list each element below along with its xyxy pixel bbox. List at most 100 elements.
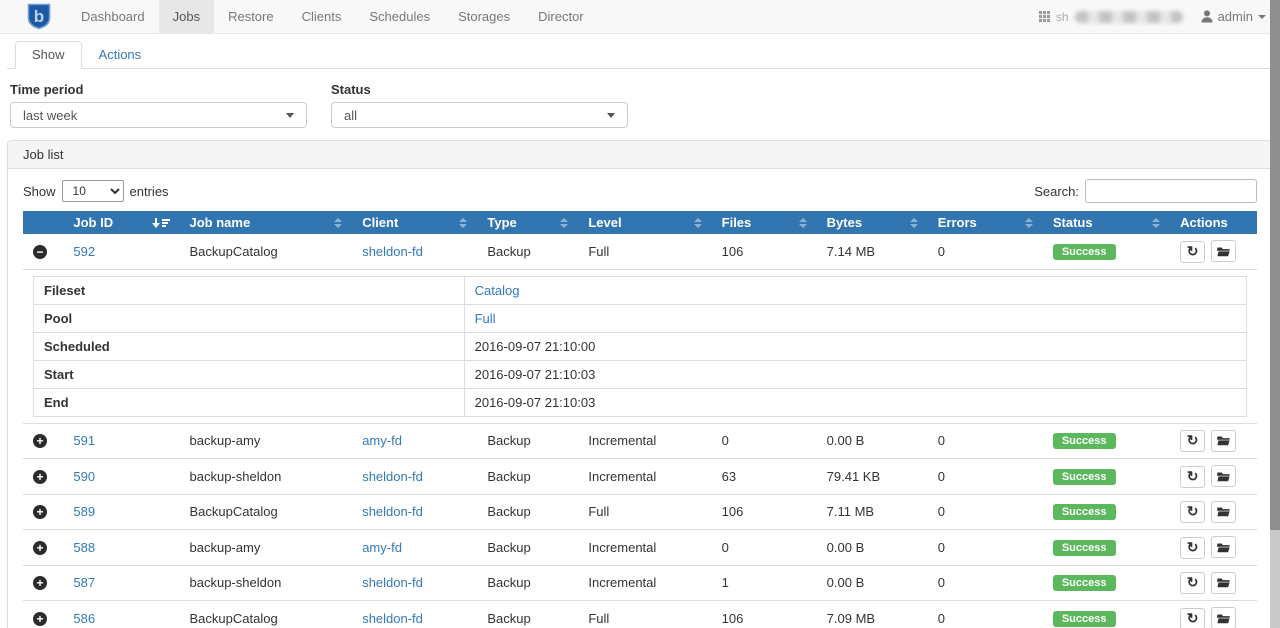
table-row[interactable]: − 592 BackupCatalog sheldon-fd Backup Fu… <box>23 234 1257 269</box>
expand-row-icon[interactable]: + <box>33 612 47 626</box>
rerun-job-button[interactable]: ↻ <box>1180 608 1205 628</box>
rerun-job-button[interactable]: ↻ <box>1180 537 1205 559</box>
col-bytes[interactable]: Bytes <box>817 211 928 234</box>
job-errors: 0 <box>938 540 945 555</box>
grid-icon <box>1039 11 1050 22</box>
job-level: Incremental <box>588 575 656 590</box>
col-level[interactable]: Level <box>578 211 711 234</box>
tab-actions[interactable]: Actions <box>82 41 159 69</box>
client-link[interactable]: amy-fd <box>362 433 402 448</box>
job-id-link[interactable]: 591 <box>73 433 95 448</box>
expand-row-icon[interactable]: + <box>33 505 47 519</box>
col-job-id[interactable]: Job ID <box>63 211 179 234</box>
expand-row-icon[interactable]: + <box>33 434 47 448</box>
status-badge: Success <box>1053 469 1116 485</box>
nav-item-director[interactable]: Director <box>524 0 598 33</box>
nav-item-schedules[interactable]: Schedules <box>355 0 444 33</box>
rerun-job-button[interactable]: ↻ <box>1180 501 1205 523</box>
job-type: Backup <box>487 611 530 626</box>
job-id-link[interactable]: 589 <box>73 504 95 519</box>
user-icon <box>1201 10 1213 23</box>
expand-row-icon[interactable]: − <box>33 245 47 259</box>
job-id-link[interactable]: 590 <box>73 469 95 484</box>
pool-label: Pool <box>34 304 465 332</box>
table-row[interactable]: + 588 backup-amy amy-fd Backup Increment… <box>23 530 1257 566</box>
job-files: 0 <box>722 540 729 555</box>
pool-link[interactable]: Full <box>475 311 496 326</box>
nav-item-dashboard[interactable]: Dashboard <box>67 0 159 33</box>
rerun-job-button[interactable]: ↻ <box>1180 241 1205 263</box>
job-id-link[interactable]: 592 <box>73 244 95 259</box>
client-link[interactable]: sheldon-fd <box>362 575 423 590</box>
status-value: all <box>344 108 357 123</box>
restore-job-button[interactable] <box>1211 501 1236 523</box>
col-client[interactable]: Client <box>352 211 477 234</box>
job-level: Full <box>588 611 609 626</box>
time-period-select[interactable]: last week <box>10 102 307 128</box>
end-value: 2016-09-07 21:10:03 <box>475 395 596 410</box>
fileset-link[interactable]: Catalog <box>475 283 520 298</box>
bareos-logo[interactable]: b <box>0 0 67 33</box>
table-header-row: Job ID Job name Client Type Level Files … <box>23 211 1257 234</box>
expand-row-icon[interactable]: + <box>33 541 47 555</box>
search-input[interactable] <box>1085 179 1257 203</box>
rerun-job-button[interactable]: ↻ <box>1180 572 1205 594</box>
job-detail-table: Fileset Catalog Pool Full Scheduled 2016… <box>33 276 1247 417</box>
expand-row-icon[interactable]: + <box>33 470 47 484</box>
time-period-value: last week <box>23 108 77 123</box>
col-errors[interactable]: Errors <box>928 211 1043 234</box>
job-id-link[interactable]: 587 <box>73 575 95 590</box>
nav-item-restore[interactable]: Restore <box>214 0 288 33</box>
restore-job-button[interactable] <box>1211 572 1236 594</box>
job-type: Backup <box>487 469 530 484</box>
table-row[interactable]: + 589 BackupCatalog sheldon-fd Backup Fu… <box>23 494 1257 530</box>
job-files: 106 <box>722 504 744 519</box>
status-badge: Success <box>1053 540 1116 556</box>
status-badge: Success <box>1053 433 1116 449</box>
user-menu[interactable]: admin <box>1201 9 1266 24</box>
restore-job-button[interactable] <box>1211 430 1236 452</box>
entries-label: entries <box>130 184 169 199</box>
sort-icon <box>1025 218 1033 228</box>
job-type: Backup <box>487 504 530 519</box>
client-link[interactable]: sheldon-fd <box>362 244 423 259</box>
col-status[interactable]: Status <box>1043 211 1170 234</box>
col-files[interactable]: Files <box>712 211 817 234</box>
shield-logo-icon: b <box>27 3 51 30</box>
nav-item-clients[interactable]: Clients <box>288 0 356 33</box>
client-link[interactable]: amy-fd <box>362 540 402 555</box>
table-row[interactable]: + 587 backup-sheldon sheldon-fd Backup I… <box>23 565 1257 601</box>
job-bytes: 79.41 KB <box>827 469 881 484</box>
restore-job-button[interactable] <box>1211 465 1236 487</box>
client-link[interactable]: sheldon-fd <box>362 469 423 484</box>
table-row[interactable]: + 586 BackupCatalog sheldon-fd Backup Fu… <box>23 601 1257 628</box>
col-job-name[interactable]: Job name <box>180 211 353 234</box>
page-length-select[interactable]: 10 <box>62 180 124 202</box>
tab-show[interactable]: Show <box>15 41 82 69</box>
job-id-link[interactable]: 588 <box>73 540 95 555</box>
job-errors: 0 <box>938 575 945 590</box>
rerun-job-button[interactable]: ↻ <box>1180 430 1205 452</box>
scrollbar-thumb[interactable] <box>1270 0 1280 530</box>
status-select[interactable]: all <box>331 102 628 128</box>
job-name: BackupCatalog <box>190 611 278 626</box>
restore-job-button[interactable] <box>1211 240 1236 262</box>
nav-item-jobs[interactable]: Jobs <box>159 0 214 33</box>
table-row[interactable]: + 590 backup-sheldon sheldon-fd Backup I… <box>23 459 1257 495</box>
table-row[interactable]: + 591 backup-amy amy-fd Backup Increment… <box>23 423 1257 459</box>
job-id-link[interactable]: 586 <box>73 611 95 626</box>
client-link[interactable]: sheldon-fd <box>362 504 423 519</box>
client-link[interactable]: sheldon-fd <box>362 611 423 626</box>
col-type[interactable]: Type <box>477 211 578 234</box>
restore-job-button[interactable] <box>1211 536 1236 558</box>
scheduled-value: 2016-09-07 21:10:00 <box>475 339 596 354</box>
status-badge: Success <box>1053 611 1116 627</box>
restore-job-button[interactable] <box>1211 607 1236 628</box>
chevron-down-icon <box>1258 15 1266 19</box>
expand-row-icon[interactable]: + <box>33 576 47 590</box>
page-scrollbar[interactable] <box>1270 0 1280 628</box>
nav-item-storages[interactable]: Storages <box>444 0 524 33</box>
job-table-body: − 592 BackupCatalog sheldon-fd Backup Fu… <box>23 234 1257 628</box>
folder-icon <box>1217 577 1230 588</box>
rerun-job-button[interactable]: ↻ <box>1180 466 1205 488</box>
